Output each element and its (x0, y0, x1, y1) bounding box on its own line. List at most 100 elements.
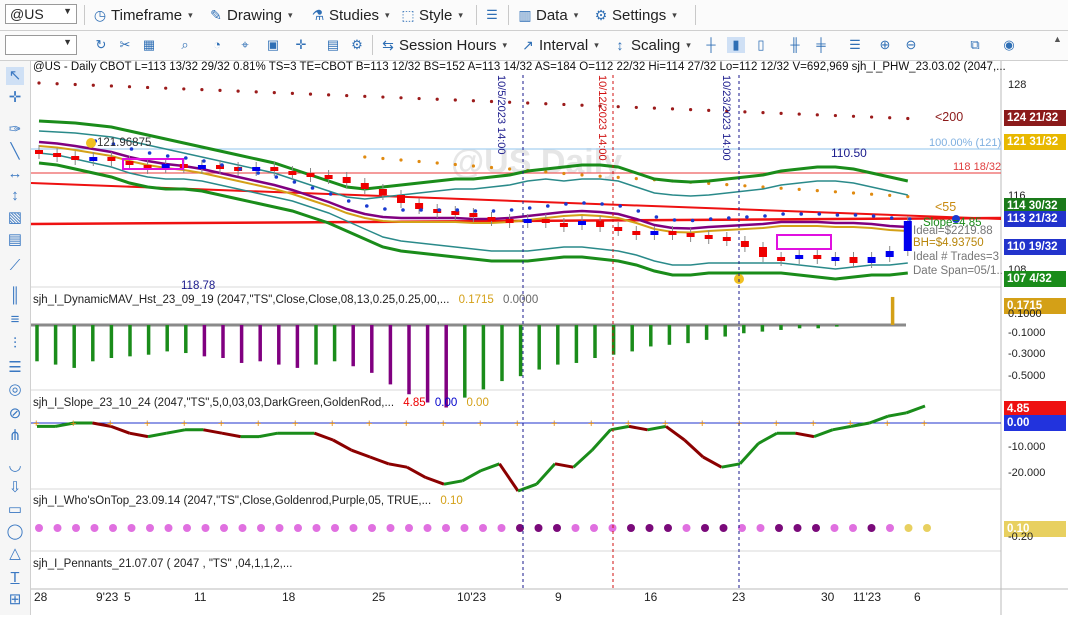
ohlc-icon[interactable]: ╫ (786, 37, 804, 53)
bar-chart-icon[interactable]: ┼ (702, 37, 720, 53)
whos-on-top-dot (497, 524, 506, 532)
speed-lines-icon[interactable]: ⊘ (6, 405, 24, 423)
chevron-down-icon[interactable]: ▼ (63, 37, 72, 47)
whos-on-top-dot (886, 524, 894, 532)
chart-canvas[interactable]: @US Daily +++++++++++++++++++++++++ (30, 61, 1068, 615)
more-tools-icon[interactable]: ⊞ (6, 591, 24, 609)
ellipse-icon[interactable]: ◯ (6, 523, 24, 541)
eye-icon[interactable]: ◉ (1000, 37, 1018, 53)
arc-icon[interactable]: ◡ (6, 457, 24, 475)
blue-marker (274, 175, 279, 179)
hlc-icon[interactable]: ╪ (812, 37, 830, 53)
andrews-pitchfork-icon[interactable]: ⋔ (6, 427, 24, 445)
tools-icon[interactable]: ✂ (116, 37, 134, 53)
candlestick-icon[interactable]: ▮ (727, 37, 745, 53)
whos-on-top-dot (793, 524, 802, 532)
style-menu[interactable]: ⬚ Style ▾ (400, 6, 463, 24)
settings-menu[interactable]: ⚙ Settings ▾ (593, 6, 677, 24)
interval-label: Interval (539, 36, 589, 54)
symbol-input[interactable]: @US ▼ (5, 4, 77, 24)
session-hours-menu[interactable]: ⇆ Session Hours ▾ (380, 36, 507, 54)
vertical-line-icon[interactable]: ↕ (6, 187, 24, 205)
panel-layout-icon[interactable]: ☰ (846, 37, 864, 53)
fibonacci-icon[interactable]: ≡ (6, 311, 24, 329)
zoom-out-icon[interactable]: ⊖ (902, 37, 920, 53)
candle-body (668, 231, 677, 235)
parallel-lines-icon[interactable]: ▤ (6, 231, 24, 249)
ray-icon[interactable]: ⟋ (6, 257, 24, 275)
refresh-icon[interactable]: ↻ (92, 37, 110, 53)
crosshair-tool-icon[interactable]: ✛ (6, 89, 24, 107)
wrench-icon[interactable]: ✑ (6, 121, 24, 139)
gann-icon[interactable]: ☰ (6, 359, 24, 377)
cursor-icon[interactable]: ⌖ (236, 37, 254, 53)
label-118-78: 118.78 (181, 280, 216, 292)
interval-menu[interactable]: ↗ Interval ▾ (520, 36, 599, 54)
candle-body (89, 157, 98, 161)
slope-segment (572, 449, 594, 469)
gauge-icon[interactable]: ◔ (208, 37, 226, 53)
zoom-in-icon[interactable]: ⊕ (876, 37, 894, 53)
whos-on-top-dot (553, 524, 561, 532)
whos-on-top-dot (331, 524, 339, 532)
ma200-dot (55, 82, 59, 86)
ma55-dot (417, 159, 421, 164)
text-tool-icon[interactable]: T (6, 569, 24, 587)
regression-icon[interactable]: ⫶ (6, 335, 24, 353)
scroll-up-icon[interactable]: ▲ (1053, 34, 1062, 44)
horizontal-line-icon[interactable]: ↔ (6, 165, 24, 183)
add-chart-icon[interactable]: ⧉ (966, 37, 984, 53)
blue-marker (817, 212, 822, 216)
candle-body (252, 167, 261, 171)
ma55-dot (870, 192, 874, 196)
ideal-trades-readout: Ideal # Trades=3 (913, 251, 999, 263)
ma55-dot (508, 167, 512, 171)
blue-marker (165, 154, 170, 158)
chart-select[interactable]: ▼ (5, 35, 77, 55)
dmav-axis-label: -0.3000 (1008, 348, 1046, 360)
timeframe-menu[interactable]: ◷ Timeframe ▾ (92, 6, 193, 24)
chart-type-icon[interactable]: ▤ (324, 37, 342, 53)
scaling-menu[interactable]: ↕ Scaling ▾ (612, 36, 691, 54)
slope-marker: + (921, 418, 927, 430)
arrow-down-icon[interactable]: ⇩ (6, 479, 24, 497)
pointer-icon[interactable]: ↖ (6, 67, 24, 85)
ma55-dot (815, 189, 819, 193)
settings-small-icon[interactable]: ⚙ (348, 37, 366, 53)
blue-marker (727, 216, 731, 220)
slope-segment (406, 465, 427, 479)
trendline-icon[interactable]: ╲ (6, 143, 24, 161)
chevron-down-icon[interactable]: ▼ (63, 6, 72, 16)
data-label: Data (536, 6, 568, 24)
whos-on-top-panel (35, 524, 931, 532)
studies-menu[interactable]: ⚗ Studies ▾ (310, 6, 390, 24)
whos-on-top-dot (830, 524, 839, 532)
blue-marker (292, 180, 297, 184)
panel-layout-icon[interactable]: ☰ (483, 7, 501, 23)
ma200-dot (526, 101, 530, 105)
vertical-bars-icon[interactable]: ║ (6, 287, 24, 305)
ma55-dot (580, 173, 584, 177)
chart-area[interactable]: @US Daily +++++++++++++++++++++++++ @US … (30, 34, 1068, 615)
whos-on-top-dot (349, 524, 358, 532)
triangle-icon[interactable]: △ (6, 545, 24, 563)
price-tag: 110 19/32 (1004, 239, 1066, 255)
hollow-candle-icon[interactable]: ▯ (752, 37, 770, 53)
ma200-dot (435, 97, 439, 101)
candle-body (71, 156, 80, 160)
rectangle-icon[interactable]: ▭ (6, 501, 24, 519)
who-title: sjh_I_Who'sOnTop_23.09.14 (2047,"TS",Clo… (33, 495, 432, 507)
blue-marker (908, 217, 912, 221)
zoom-window-icon[interactable]: ⌕ (176, 37, 194, 53)
toolbar-divider (508, 5, 509, 25)
data-menu[interactable]: ▥ Data ▾ (517, 6, 578, 24)
channel-icon[interactable]: ▧ (6, 209, 24, 227)
image-icon[interactable]: ▣ (264, 37, 282, 53)
ma55-dot (779, 186, 783, 190)
grid-icon[interactable]: ▦ (140, 37, 158, 53)
drawing-menu[interactable]: ✎ Drawing ▾ (208, 6, 292, 24)
crosshair-icon[interactable]: ✛ (292, 37, 310, 53)
ma200-dot (652, 106, 657, 110)
cycle-icon[interactable]: ◎ (6, 381, 24, 399)
candle-body (288, 171, 297, 175)
